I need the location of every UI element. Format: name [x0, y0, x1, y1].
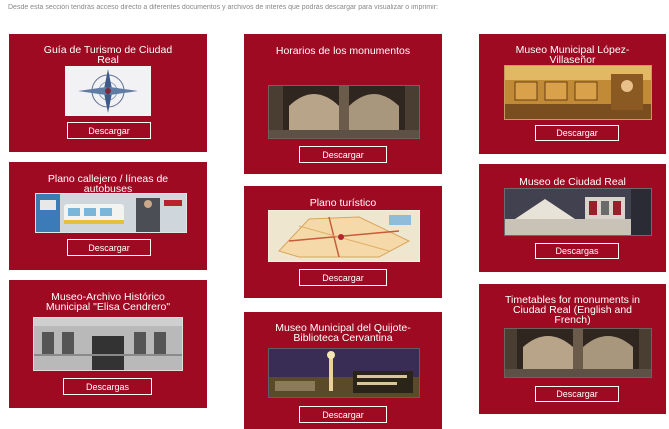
card-museo-lopez-villasenor: Museo Municipal López-Villaseñor Descarg… [479, 34, 666, 154]
tourism-guide-compass-image [65, 66, 151, 116]
card-museo-quijote: Museo Municipal del Quijote-Biblioteca C… [244, 312, 442, 429]
download-button[interactable]: Descargar [67, 239, 151, 256]
download-button[interactable]: Descargas [535, 243, 619, 259]
quijote-museum-image [268, 348, 420, 398]
card-title: Horarios de los monumentos [275, 45, 411, 57]
card-title: Museo Municipal del Quijote-Biblioteca C… [275, 322, 411, 344]
card-title: Timetables for monuments in Ciudad Real … [505, 294, 640, 326]
card-guia-turismo: Guía de Turismo de Ciudad Real Descargar [9, 34, 207, 152]
card-museo-archivo: Museo-Archivo Histórico Municipal "Elisa… [9, 280, 207, 408]
download-button[interactable]: Descargar [299, 146, 387, 163]
cathedral-interior-image [504, 328, 652, 378]
bus-street-map-image [35, 193, 187, 233]
tourist-map-image [268, 210, 420, 262]
card-title: Guía de Turismo de Ciudad Real [43, 44, 173, 66]
cathedral-interior-image [268, 85, 420, 139]
painting-gallery-image [504, 65, 652, 120]
card-title: Museo-Archivo Histórico Municipal "Elisa… [45, 291, 171, 313]
download-button[interactable]: Descargas [63, 378, 152, 395]
card-title: Museo Municipal López-Villaseñor [515, 44, 630, 66]
download-button[interactable]: Descargar [299, 269, 387, 286]
download-button[interactable]: Descargar [299, 406, 387, 423]
card-plano-callejero: Plano callejero / líneas de autobuses De… [9, 162, 207, 270]
museum-building-facade-image [33, 317, 183, 371]
card-timetables-english-french: Timetables for monuments in Ciudad Real … [479, 284, 666, 414]
download-button[interactable]: Descargar [535, 386, 619, 402]
card-title: Plano callejero / líneas de autobuses [47, 173, 169, 195]
card-title: Plano turístico [309, 197, 377, 209]
card-horarios-monumentos: Horarios de los monumentos Descargar [244, 34, 442, 174]
card-plano-turistico: Plano turístico Descargar [244, 186, 442, 298]
intro-text: Desde esta sección tendrás acceso direct… [8, 4, 438, 11]
card-title: Museo de Ciudad Real [519, 176, 626, 188]
museum-hall-image [504, 188, 652, 236]
card-museo-ciudad-real: Museo de Ciudad Real Descargas [479, 164, 666, 272]
download-button[interactable]: Descargar [535, 125, 619, 141]
download-button[interactable]: Descargar [67, 122, 151, 139]
